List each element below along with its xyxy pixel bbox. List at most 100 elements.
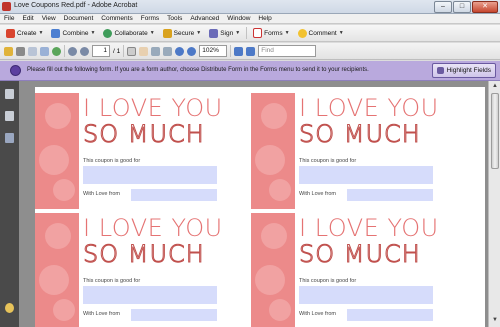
combine-button[interactable]: Combine ▼ bbox=[49, 28, 97, 39]
floral-decoration bbox=[35, 93, 79, 209]
pdf-page: I LOVE YOU SO MUCH This coupon is good f… bbox=[35, 87, 485, 327]
coupon-subheading: SO MUCH bbox=[83, 240, 205, 269]
form-info-icon bbox=[10, 65, 21, 76]
form-notice-message: Please fill out the following form. If y… bbox=[27, 67, 369, 73]
good-for-field[interactable] bbox=[83, 166, 217, 184]
zoom-out-icon[interactable] bbox=[175, 46, 185, 56]
form-notice-bar: Please fill out the following form. If y… bbox=[0, 61, 500, 81]
menu-view[interactable]: View bbox=[42, 14, 56, 23]
coupon-heading: I LOVE YOU bbox=[83, 94, 223, 122]
vertical-scrollbar[interactable]: ▲ ▼ bbox=[488, 81, 500, 327]
pages-icon[interactable] bbox=[5, 89, 14, 99]
previous-page-icon[interactable] bbox=[68, 46, 77, 56]
from-field[interactable] bbox=[131, 189, 217, 201]
scroll-up-icon[interactable]: ▲ bbox=[491, 83, 499, 91]
coupon-heading: I LOVE YOU bbox=[299, 214, 439, 242]
find-input[interactable]: Find bbox=[258, 45, 317, 57]
menu-help[interactable]: Help bbox=[258, 14, 271, 23]
print-icon[interactable] bbox=[16, 46, 25, 56]
good-for-label: This coupon is good for bbox=[299, 158, 357, 164]
fit-width-icon[interactable] bbox=[246, 46, 256, 56]
window-title: Love Coupons Red.pdf - Adobe Acrobat bbox=[14, 2, 138, 9]
highlight-fields-button[interactable]: Highlight Fields bbox=[431, 63, 496, 78]
secure-button[interactable]: Secure ▼ bbox=[161, 28, 204, 39]
coupon-heading: I LOVE YOU bbox=[83, 214, 223, 242]
coupon-card: I LOVE YOU SO MUCH This coupon is good f… bbox=[251, 93, 439, 209]
coupon-heading: I LOVE YOU bbox=[299, 94, 439, 122]
open-folder-icon[interactable] bbox=[4, 46, 13, 56]
tasks-toolbar: Create ▼ Combine ▼ Collaborate ▼ Secure ▼ Si… bbox=[0, 25, 500, 42]
sign-button[interactable]: Sign ▼ bbox=[207, 28, 242, 39]
comments-icon[interactable] bbox=[5, 303, 14, 313]
fit-page-icon[interactable] bbox=[234, 46, 244, 56]
floral-decoration bbox=[251, 213, 295, 327]
create-pdf-icon bbox=[6, 28, 15, 38]
scrollbar-thumb[interactable] bbox=[491, 93, 499, 169]
coupon-card: I LOVE YOU SO MUCH This coupon is good f… bbox=[251, 213, 439, 327]
marquee-zoom-icon[interactable] bbox=[151, 46, 161, 56]
navigation-toolbar: 1 / 1 102% Find bbox=[0, 43, 500, 60]
email-icon[interactable] bbox=[28, 46, 37, 56]
close-button[interactable]: ✕ bbox=[472, 1, 498, 13]
globe-icon[interactable] bbox=[52, 46, 61, 56]
acrobat-icon bbox=[2, 2, 11, 11]
select-tool-icon[interactable] bbox=[127, 46, 137, 56]
scroll-down-icon[interactable]: ▼ bbox=[491, 317, 499, 325]
coupon-subheading: SO MUCH bbox=[299, 120, 421, 149]
from-label: With Love from bbox=[83, 311, 120, 317]
from-field[interactable] bbox=[347, 309, 433, 321]
coupon-card: I LOVE YOU SO MUCH This coupon is good f… bbox=[35, 93, 223, 209]
from-label: With Love from bbox=[83, 191, 120, 197]
page-number-input[interactable]: 1 bbox=[92, 45, 110, 57]
good-for-field[interactable] bbox=[83, 286, 217, 304]
document-area: I LOVE YOU SO MUCH This coupon is good f… bbox=[19, 81, 488, 327]
from-label: With Love from bbox=[299, 191, 336, 197]
coupon-subheading: SO MUCH bbox=[83, 120, 205, 149]
next-page-icon[interactable] bbox=[80, 46, 89, 56]
snapshot-icon[interactable] bbox=[163, 46, 173, 56]
menu-forms[interactable]: Forms bbox=[141, 14, 159, 23]
combine-icon bbox=[51, 28, 61, 38]
form-icon bbox=[253, 28, 263, 38]
comment-icon bbox=[297, 28, 307, 38]
create-button[interactable]: Create ▼ bbox=[4, 28, 45, 39]
good-for-label: This coupon is good for bbox=[83, 158, 141, 164]
good-for-field[interactable] bbox=[299, 286, 433, 304]
coupon-subheading: SO MUCH bbox=[299, 240, 421, 269]
highlight-icon bbox=[436, 67, 444, 74]
menu-tools[interactable]: Tools bbox=[167, 14, 182, 23]
menu-advanced[interactable]: Advanced bbox=[190, 14, 219, 23]
from-label: With Love from bbox=[299, 311, 336, 317]
signatures-icon[interactable] bbox=[5, 133, 14, 143]
from-field[interactable] bbox=[131, 309, 217, 321]
pen-icon bbox=[209, 28, 219, 38]
hand-tool-icon[interactable] bbox=[139, 46, 149, 56]
lock-icon bbox=[162, 28, 172, 38]
minimize-button[interactable]: – bbox=[434, 1, 452, 13]
good-for-label: This coupon is good for bbox=[83, 278, 141, 284]
maximize-button[interactable]: □ bbox=[453, 1, 471, 13]
zoom-in-icon[interactable] bbox=[187, 46, 197, 56]
menu-bar: File Edit View Document Comments Forms T… bbox=[0, 14, 500, 24]
envelope-icon[interactable] bbox=[40, 46, 49, 56]
menu-document[interactable]: Document bbox=[64, 14, 94, 23]
page-total: / 1 bbox=[113, 47, 121, 55]
floral-decoration bbox=[35, 213, 79, 327]
menu-file[interactable]: File bbox=[4, 14, 14, 23]
from-field[interactable] bbox=[347, 189, 433, 201]
zoom-select[interactable]: 102% bbox=[199, 45, 228, 57]
menu-comments[interactable]: Comments bbox=[101, 14, 132, 23]
bookmarks-icon[interactable] bbox=[5, 111, 14, 121]
comment-button[interactable]: Comment ▼ bbox=[296, 28, 346, 39]
good-for-field[interactable] bbox=[299, 166, 433, 184]
title-bar: Love Coupons Red.pdf - Adobe Acrobat – □… bbox=[0, 0, 500, 14]
collaborate-button[interactable]: Collaborate ▼ bbox=[101, 28, 156, 39]
menu-window[interactable]: Window bbox=[227, 14, 250, 23]
navigation-panel bbox=[0, 81, 19, 327]
good-for-label: This coupon is good for bbox=[299, 278, 357, 284]
coupon-card: I LOVE YOU SO MUCH This coupon is good f… bbox=[35, 213, 223, 327]
menu-edit[interactable]: Edit bbox=[22, 14, 33, 23]
forms-button[interactable]: Forms ▼ bbox=[251, 27, 291, 39]
floral-decoration bbox=[251, 93, 295, 209]
collaborate-icon bbox=[103, 28, 113, 38]
